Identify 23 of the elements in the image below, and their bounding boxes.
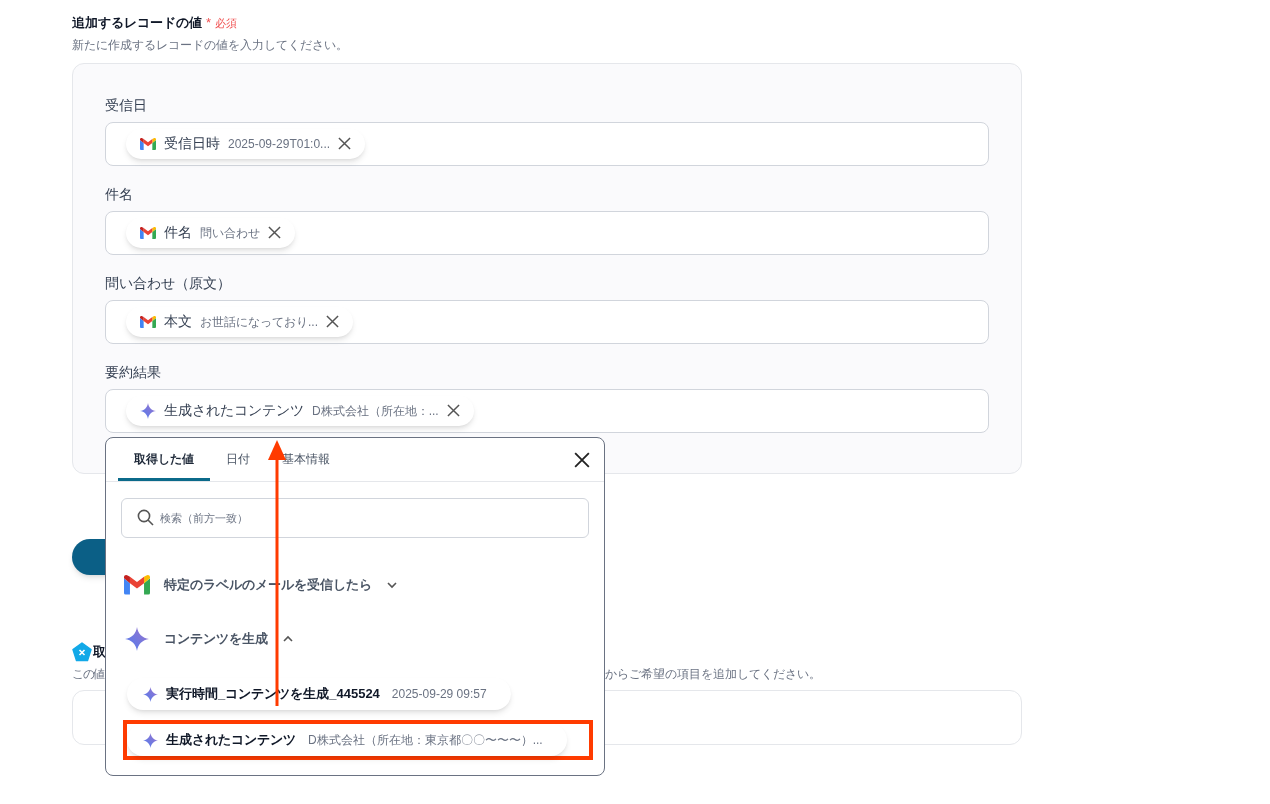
chip-label: 生成されたコンテンツ — [164, 401, 304, 420]
option-value: D株式会社（所在地：東京都〇〇〜〜〜）... — [308, 732, 543, 749]
section-description: からご希望の項目を追加してください。 — [604, 666, 821, 681]
section-description: 新たに作成するレコードの値を入力してください。 — [72, 37, 349, 52]
required-mark: * — [206, 14, 212, 32]
section-title: 取 — [93, 642, 106, 661]
chip-value: 問い合わせ — [200, 224, 260, 242]
chip-label: 受信日時 — [164, 134, 220, 153]
field-label: 要約結果 — [105, 362, 162, 381]
field-label: 受信日 — [105, 95, 148, 114]
option-value: 2025-09-29 09:57 — [391, 686, 487, 703]
required-label: 必須 — [215, 15, 238, 31]
option-label: 生成されたコンテンツ — [166, 731, 296, 750]
field-label: 件名 — [105, 184, 134, 203]
field-label: 問い合わせ（原文） — [105, 273, 232, 292]
chip-value: 2025-09-29T01:0... — [228, 135, 331, 153]
chip-label: 件名 — [164, 223, 192, 242]
chip-value: お世話になっており... — [200, 313, 318, 331]
section-description: この値 — [72, 666, 104, 681]
section-title: 追加するレコードの値 — [72, 14, 202, 32]
option-label: 実行時間_コンテンツを生成_445524 — [166, 685, 380, 704]
chip-label: 本文 — [164, 312, 192, 331]
chip-value: D株式会社（所在地：... — [312, 402, 439, 420]
